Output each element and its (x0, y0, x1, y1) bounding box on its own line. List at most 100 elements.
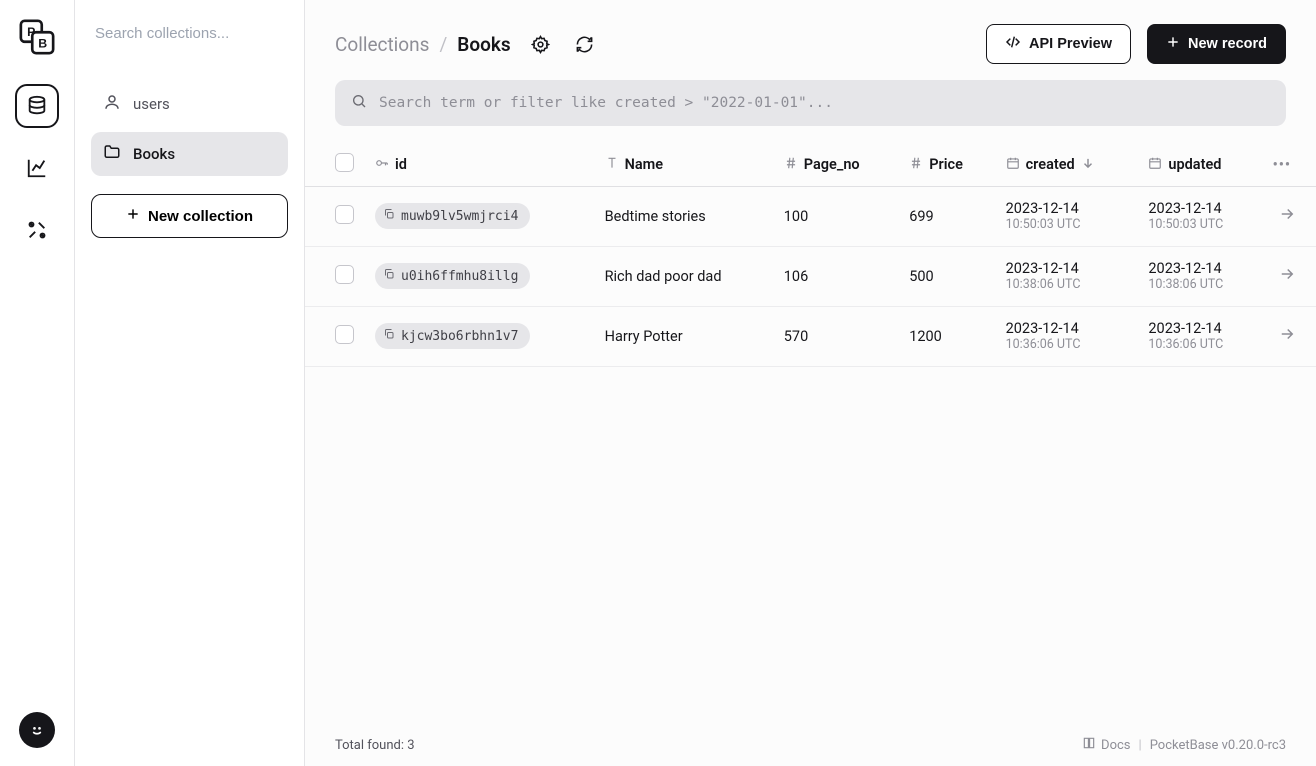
sidebar-item-label: Books (133, 145, 175, 163)
plus-icon (1166, 35, 1180, 53)
sort-desc-icon (1081, 156, 1095, 174)
hash-icon (784, 156, 798, 174)
id-value: u0ih6ffmhu8illg (401, 269, 518, 284)
plus-icon (126, 207, 140, 225)
id-badge[interactable]: u0ih6ffmhu8illg (375, 263, 530, 289)
total-found-label: Total found: (335, 738, 404, 753)
column-label: Price (929, 156, 963, 173)
created-time: 10:50:03 UTC (1006, 217, 1129, 232)
name-value: Harry Potter (605, 328, 683, 345)
open-record-button[interactable] (1278, 210, 1296, 227)
column-label: created (1026, 156, 1075, 173)
calendar-icon (1148, 156, 1162, 174)
records-table: id Name (305, 144, 1316, 367)
refresh-button[interactable] (571, 30, 599, 58)
select-all-checkbox[interactable] (335, 153, 354, 172)
created-date: 2023-12-14 (1006, 200, 1129, 217)
row-checkbox[interactable] (335, 265, 354, 284)
copy-icon (383, 328, 395, 344)
page-no-value: 106 (784, 268, 808, 285)
breadcrumb: Collections / Books (335, 33, 511, 56)
user-icon (103, 93, 121, 115)
id-badge[interactable]: muwb9lv5wmjrci4 (375, 203, 530, 229)
open-record-button[interactable] (1278, 330, 1296, 347)
nav-collections[interactable] (15, 84, 59, 128)
docs-link[interactable]: Docs (1082, 736, 1130, 754)
column-label: Name (625, 156, 663, 173)
table-row[interactable]: muwb9lv5wmjrci4 Bedtime stories 100 699 … (305, 186, 1316, 246)
updated-date: 2023-12-14 (1148, 200, 1252, 217)
key-icon (375, 156, 389, 174)
filter-input[interactable] (379, 95, 1270, 111)
updated-date: 2023-12-14 (1148, 260, 1252, 277)
copy-icon (383, 268, 395, 284)
updated-time: 10:38:06 UTC (1148, 277, 1252, 292)
footer-divider: | (1139, 738, 1142, 753)
columns-more-button[interactable]: ••• (1273, 156, 1291, 173)
search-icon (351, 93, 367, 113)
created-time: 10:38:06 UTC (1006, 277, 1129, 292)
search-collections-input[interactable] (91, 12, 288, 54)
copy-icon (383, 208, 395, 224)
api-preview-button[interactable]: API Preview (986, 24, 1131, 64)
total-found-value: 3 (407, 738, 414, 753)
app-logo: P B (18, 18, 56, 56)
name-value: Bedtime stories (605, 208, 706, 225)
table-row[interactable]: kjcw3bo6rbhn1v7 Harry Potter 570 1200 20… (305, 306, 1316, 366)
created-date: 2023-12-14 (1006, 320, 1129, 337)
collections-sidebar: users Books New collection (75, 0, 305, 766)
book-icon (1082, 736, 1096, 754)
id-value: kjcw3bo6rbhn1v7 (401, 329, 518, 344)
table-row[interactable]: u0ih6ffmhu8illg Rich dad poor dad 106 50… (305, 246, 1316, 306)
column-header-name[interactable]: Name (595, 144, 774, 186)
id-value: muwb9lv5wmjrci4 (401, 209, 518, 224)
collection-settings-button[interactable] (527, 30, 555, 58)
sidebar-item-label: users (133, 95, 170, 113)
new-record-button[interactable]: New record (1147, 24, 1286, 64)
updated-date: 2023-12-14 (1148, 320, 1252, 337)
calendar-icon (1006, 156, 1020, 174)
new-collection-button[interactable]: New collection (91, 194, 288, 238)
api-preview-label: API Preview (1029, 36, 1112, 52)
price-value: 699 (909, 208, 933, 225)
created-time: 10:36:06 UTC (1006, 337, 1129, 352)
sidebar-item-users[interactable]: users (91, 82, 288, 126)
name-value: Rich dad poor dad (605, 268, 722, 285)
price-value: 1200 (909, 328, 942, 345)
page-no-value: 570 (784, 328, 808, 345)
code-icon (1005, 34, 1021, 54)
version-label: PocketBase v0.20.0-rc3 (1150, 738, 1286, 753)
topbar: Collections / Books API Preview (305, 0, 1316, 80)
column-label: id (395, 156, 407, 173)
user-avatar[interactable] (19, 712, 55, 748)
updated-time: 10:50:03 UTC (1148, 217, 1252, 232)
row-checkbox[interactable] (335, 325, 354, 344)
docs-label: Docs (1101, 738, 1130, 753)
folder-icon (103, 143, 121, 165)
footer: Total found: 3 Docs | PocketBase v0.20.0… (305, 724, 1316, 766)
column-label: updated (1168, 156, 1221, 173)
page-no-value: 100 (784, 208, 808, 225)
column-header-price[interactable]: Price (899, 144, 995, 186)
nav-logs[interactable] (15, 146, 59, 190)
nav-rail: P B (0, 0, 75, 766)
svg-text:B: B (38, 36, 47, 50)
column-label: Page_no (804, 156, 860, 173)
new-record-label: New record (1188, 36, 1267, 52)
column-header-updated[interactable]: updated (1138, 144, 1262, 186)
hash-icon (909, 156, 923, 174)
row-checkbox[interactable] (335, 205, 354, 224)
nav-settings[interactable] (15, 208, 59, 252)
main-panel: Collections / Books API Preview (305, 0, 1316, 766)
price-value: 500 (909, 268, 933, 285)
open-record-button[interactable] (1278, 270, 1296, 287)
id-badge[interactable]: kjcw3bo6rbhn1v7 (375, 323, 530, 349)
breadcrumb-separator: / (439, 33, 447, 56)
breadcrumb-root[interactable]: Collections (335, 33, 429, 56)
column-header-page-no[interactable]: Page_no (774, 144, 899, 186)
new-collection-label: New collection (148, 208, 253, 225)
created-date: 2023-12-14 (1006, 260, 1129, 277)
sidebar-item-books[interactable]: Books (91, 132, 288, 176)
column-header-created[interactable]: created (996, 144, 1139, 186)
column-header-id[interactable]: id (365, 144, 595, 186)
